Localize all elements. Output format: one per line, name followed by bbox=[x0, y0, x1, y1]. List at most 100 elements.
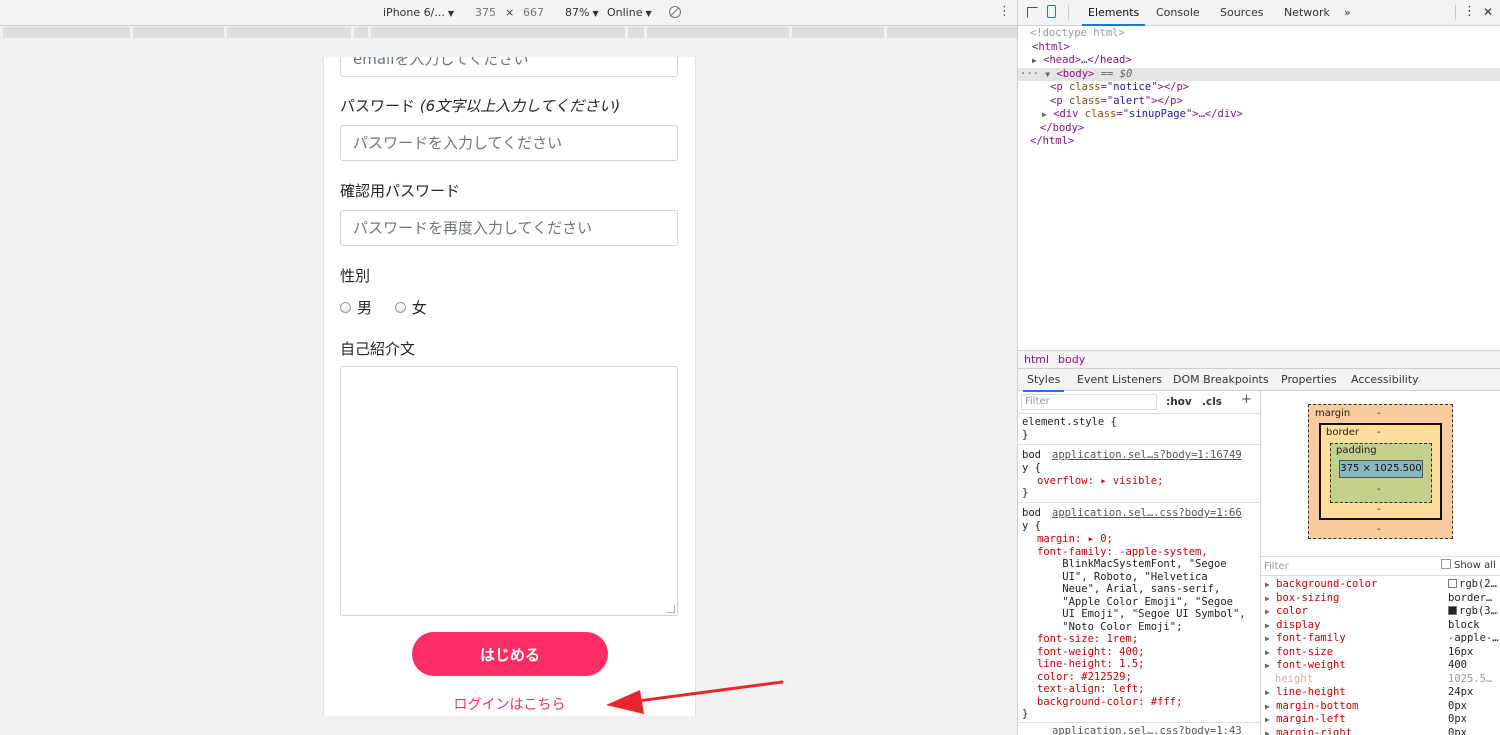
dom-node-body-close[interactable]: </body> bbox=[1040, 122, 1084, 136]
expand-arrow-icon[interactable]: ▶ bbox=[1265, 580, 1270, 589]
start-button[interactable]: はじめる bbox=[412, 632, 608, 676]
rule-selector[interactable]: bod bbox=[1022, 449, 1041, 462]
expand-arrow-icon[interactable]: ▶ bbox=[1265, 648, 1270, 657]
resize-handle-icon[interactable] bbox=[667, 605, 675, 613]
media-query-ruler[interactable] bbox=[0, 26, 1017, 39]
ruler-segment[interactable] bbox=[628, 27, 644, 38]
expand-arrow-icon[interactable]: ▶ bbox=[1265, 607, 1270, 616]
dom-node-doctype[interactable]: <!doctype html> bbox=[1030, 27, 1125, 41]
more-tabs-button[interactable]: » bbox=[1344, 6, 1351, 19]
radio-button[interactable] bbox=[394, 302, 406, 313]
expand-arrow-icon[interactable]: ▶ bbox=[1265, 594, 1270, 603]
rule-declaration[interactable]: text-align: left; bbox=[1037, 683, 1144, 696]
box-model-padding[interactable]: padding 375 × 1025.500 - bbox=[1330, 443, 1432, 503]
box-model-content[interactable]: 375 × 1025.500 bbox=[1339, 460, 1423, 478]
gender-radio-male[interactable]: 男 bbox=[340, 297, 372, 318]
expand-arrow-icon[interactable]: ▶ bbox=[1042, 110, 1047, 119]
rule-declaration[interactable]: font-weight: 400; bbox=[1037, 646, 1144, 659]
device-viewport: emailを入力してください パスワード (6文字以上入力してください) パスワ… bbox=[323, 57, 696, 716]
box-model-value: - bbox=[1377, 504, 1381, 515]
dom-node-body[interactable]: ··· ▼ <body> == $0 bbox=[1018, 67, 1500, 81]
expand-arrow-icon[interactable]: ▶ bbox=[1265, 702, 1270, 711]
computed-name-text: margin-right bbox=[1276, 726, 1353, 735]
rule-declaration[interactable]: line-height: 1.5; bbox=[1037, 658, 1144, 671]
tab-properties[interactable]: Properties bbox=[1281, 373, 1337, 386]
email-field[interactable]: emailを入力してください bbox=[340, 57, 678, 77]
dom-node-p-notice[interactable]: <p class="notice"></p> bbox=[1050, 81, 1189, 95]
ruler-segment[interactable] bbox=[3, 27, 130, 38]
device-height-input[interactable]: 667 bbox=[523, 6, 544, 19]
expand-arrow-icon[interactable]: ▶ bbox=[1265, 621, 1270, 630]
expand-arrow-icon[interactable]: ▶ bbox=[1265, 715, 1270, 724]
ruler-segment[interactable] bbox=[227, 27, 351, 38]
rule-selector[interactable]: y { bbox=[1022, 462, 1041, 475]
ruler-segment[interactable] bbox=[792, 27, 884, 38]
device-select[interactable]: iPhone 6/... ▼ bbox=[383, 6, 454, 19]
breadcrumb-html[interactable]: html bbox=[1024, 353, 1049, 366]
rule-source-link[interactable]: application.sel…s?body=1:16749 bbox=[1052, 449, 1242, 462]
styles-filter-input[interactable]: Filter bbox=[1021, 394, 1157, 410]
expand-arrow-icon[interactable]: ▶ bbox=[1265, 634, 1270, 643]
more-options-icon[interactable]: ⋮ bbox=[998, 4, 1011, 20]
rule-declaration[interactable]: color: #212529; bbox=[1037, 671, 1132, 684]
device-toolbar-icon[interactable] bbox=[1047, 5, 1056, 18]
radio-button[interactable] bbox=[340, 302, 351, 313]
tab-event-listeners[interactable]: Event Listeners bbox=[1077, 373, 1162, 386]
dom-node-head[interactable]: ▶ <head>…</head> bbox=[1032, 54, 1132, 68]
confirm-password-field[interactable]: パスワードを再度入力してください bbox=[340, 210, 678, 246]
rule-selector[interactable]: bod bbox=[1022, 507, 1041, 520]
color-swatch[interactable] bbox=[1448, 579, 1457, 588]
tab-dom-breakpoints[interactable]: DOM Breakpoints bbox=[1173, 373, 1269, 386]
show-all-checkbox[interactable]: Show all bbox=[1441, 559, 1496, 573]
rule-source-link[interactable]: application.sel….css?body=1:43 bbox=[1052, 725, 1242, 735]
devtools-menu-icon[interactable]: ⋮ bbox=[1463, 4, 1476, 19]
computed-filter-input[interactable]: Filter bbox=[1264, 560, 1289, 574]
checkbox-icon[interactable] bbox=[1441, 559, 1451, 569]
rotate-icon[interactable] bbox=[669, 6, 681, 18]
dom-node-html[interactable]: <html> bbox=[1032, 41, 1070, 55]
rule-declaration[interactable]: background-color: #fff; bbox=[1037, 696, 1182, 709]
tab-accessibility[interactable]: Accessibility bbox=[1351, 373, 1419, 386]
rule-selector[interactable]: y { bbox=[1022, 520, 1041, 533]
inspect-element-icon[interactable] bbox=[1027, 7, 1038, 18]
self-intro-textarea[interactable] bbox=[340, 366, 678, 616]
ruler-segment[interactable] bbox=[647, 27, 789, 38]
ruler-segment[interactable] bbox=[371, 27, 625, 38]
tab-styles[interactable]: Styles bbox=[1022, 373, 1065, 392]
rule-declaration[interactable]: font-size: 1rem; bbox=[1037, 633, 1138, 646]
rule-declaration[interactable]: font-family: -apple-system, bbox=[1037, 546, 1208, 559]
new-rule-icon[interactable]: + bbox=[1241, 393, 1252, 407]
box-model-border[interactable]: border - padding 375 × 1025.500 - - bbox=[1319, 423, 1442, 520]
rule-declaration[interactable]: overflow: ▸ visible; bbox=[1037, 475, 1163, 488]
password-field[interactable]: パスワードを入力してください bbox=[340, 125, 678, 161]
close-icon[interactable]: ✕ bbox=[1483, 5, 1493, 19]
rule-declaration[interactable]: margin: ▸ 0; bbox=[1037, 533, 1113, 546]
expand-arrow-icon[interactable]: ▶ bbox=[1265, 688, 1270, 697]
expand-arrow-icon[interactable]: ▶ bbox=[1265, 661, 1270, 670]
box-model-margin[interactable]: margin - border - padding 375 × 1025.500… bbox=[1308, 404, 1453, 539]
zoom-select[interactable]: 87% ▼ bbox=[565, 6, 599, 19]
dom-node-html-close[interactable]: </html> bbox=[1030, 135, 1074, 149]
tab-network[interactable]: Network bbox=[1284, 6, 1330, 19]
network-throttle-select[interactable]: Online ▼ bbox=[607, 6, 652, 19]
ruler-segment[interactable] bbox=[133, 27, 224, 38]
color-swatch[interactable] bbox=[1448, 606, 1457, 615]
device-width-input[interactable]: 375 bbox=[475, 6, 496, 19]
gender-radio-female[interactable]: 女 bbox=[394, 297, 427, 318]
tab-sources[interactable]: Sources bbox=[1220, 6, 1264, 19]
tab-elements[interactable]: Elements bbox=[1081, 6, 1146, 26]
breadcrumb-body[interactable]: body bbox=[1058, 353, 1085, 366]
collapse-arrow-icon[interactable]: ▼ bbox=[1045, 70, 1050, 79]
cls-toggle[interactable]: .cls bbox=[1202, 396, 1222, 409]
rule-source-link[interactable]: application.sel….css?body=1:66 bbox=[1052, 507, 1242, 520]
hov-toggle[interactable]: :hov bbox=[1166, 396, 1192, 409]
expand-arrow-icon[interactable]: ▶ bbox=[1265, 729, 1270, 735]
ruler-segment[interactable] bbox=[354, 27, 368, 38]
expand-arrow-icon[interactable]: ▶ bbox=[1032, 56, 1037, 65]
ruler-segment[interactable] bbox=[887, 27, 1017, 38]
dom-node-div-sinuppage[interactable]: ▶ <div class="sinupPage">…</div> bbox=[1042, 108, 1243, 122]
tab-console[interactable]: Console bbox=[1156, 6, 1200, 19]
dom-node-p-alert[interactable]: <p class="alert"></p> bbox=[1050, 95, 1183, 109]
element-style-rule[interactable]: element.style { bbox=[1022, 416, 1117, 429]
computed-name: height bbox=[1275, 672, 1313, 685]
